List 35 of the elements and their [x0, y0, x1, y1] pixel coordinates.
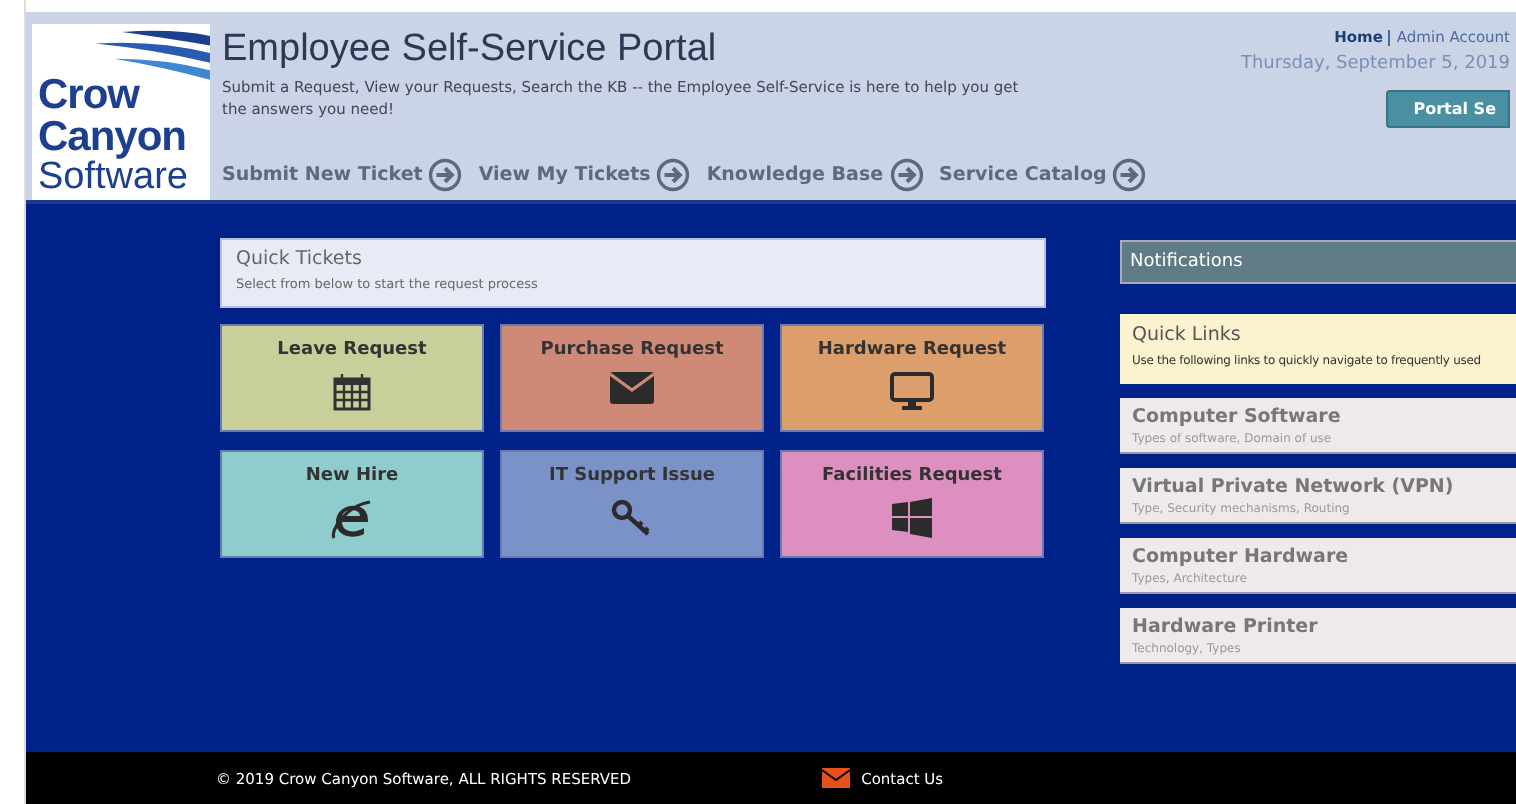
- logo-text: Canyon: [38, 116, 187, 158]
- link-title: Computer Hardware: [1132, 546, 1351, 568]
- nav-link[interactable]: Knowledge Base: [706, 158, 924, 192]
- portal-button[interactable]: Portal Se: [1385, 90, 1510, 128]
- arrow-circle-icon: [428, 158, 463, 192]
- arrow-circle-icon: [889, 158, 924, 192]
- panel-title: Quick Links: [1132, 324, 1243, 346]
- ticket-tile[interactable]: New Hire: [220, 450, 484, 558]
- link-title: Computer Software: [1132, 406, 1343, 428]
- nav-link[interactable]: Service Catalog: [939, 158, 1147, 192]
- logo-text: Software: [38, 158, 188, 196]
- nav-link[interactable]: View My Tickets: [478, 158, 691, 192]
- logo-text: Crow: [38, 74, 139, 116]
- link-title: Hardware Printer: [1132, 616, 1320, 638]
- link-title: Virtual Private Network (VPN): [1132, 476, 1456, 498]
- ticket-tile[interactable]: Leave Request: [220, 324, 484, 432]
- page-title: Employee Self-Service Portal: [222, 28, 719, 72]
- date-text: Thursday, September 5, 2019: [1240, 54, 1510, 74]
- calendar-icon: [332, 372, 372, 412]
- separator: [1388, 29, 1391, 45]
- ticket-tile[interactable]: Purchase Request: [500, 324, 764, 432]
- arrow-circle-icon: [1112, 158, 1147, 192]
- envelope-icon: [821, 768, 850, 788]
- ticket-tile[interactable]: Hardware Request: [780, 324, 1044, 432]
- key-icon: [610, 498, 654, 538]
- browser-e-icon: [330, 498, 374, 542]
- panel-title: Quick Tickets: [236, 248, 364, 270]
- monitor-icon: [890, 372, 934, 412]
- arrow-circle-icon: [656, 158, 691, 192]
- notifications-header: Notifications: [1120, 240, 1516, 284]
- windows-icon: [892, 498, 932, 538]
- nav-link[interactable]: Submit New Ticket: [222, 158, 463, 192]
- ticket-tile[interactable]: Facilities Request: [780, 450, 1044, 558]
- ticket-tile[interactable]: IT Support Issue: [500, 450, 764, 558]
- envelope-icon: [610, 372, 654, 404]
